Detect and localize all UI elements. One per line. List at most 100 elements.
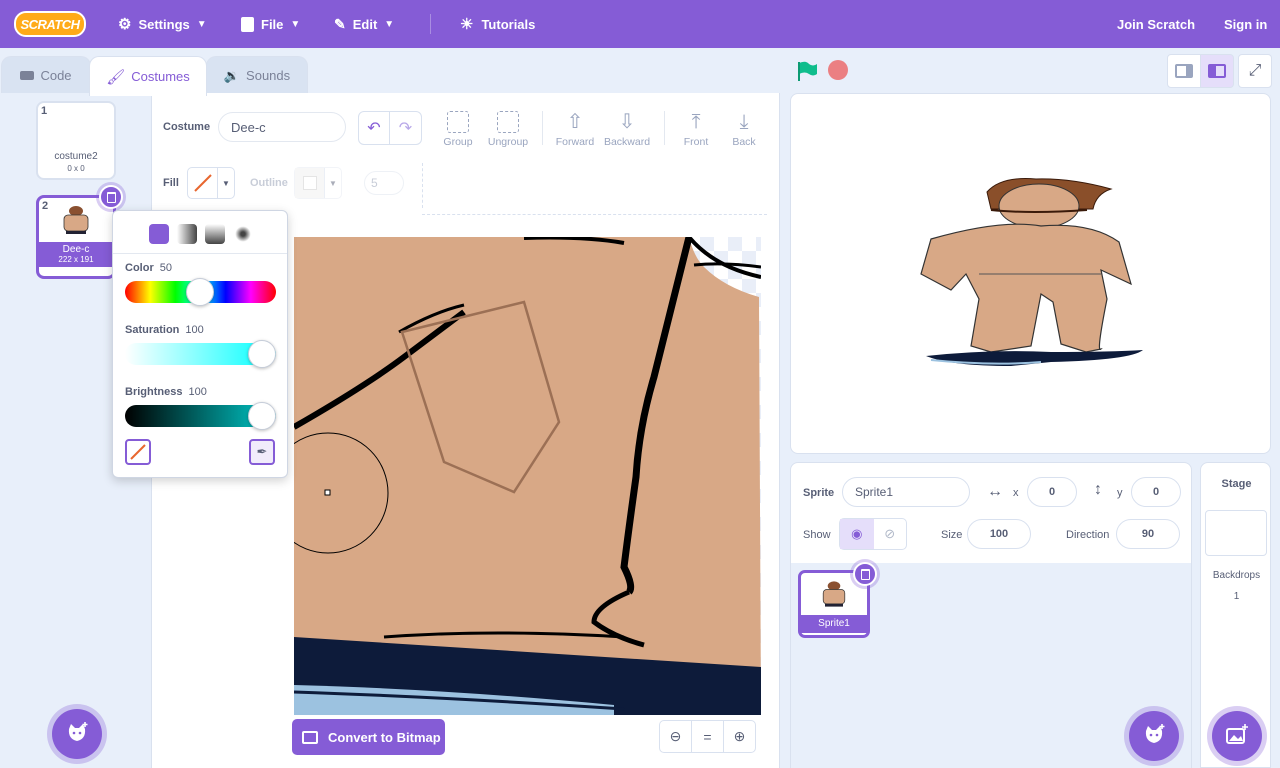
backward-button[interactable]: ⇩ Backward [602, 111, 652, 148]
image-icon [302, 730, 318, 744]
outline-label: Outline [250, 177, 288, 189]
outline-width-input[interactable]: 5 [364, 171, 404, 195]
delete-costume-button[interactable] [99, 185, 123, 209]
toolbar-divider [542, 111, 543, 145]
tab-costumes[interactable]: 🖌 Costumes [89, 56, 207, 96]
eye-slash-icon: ⊘ [884, 526, 896, 541]
stage-thumbnail [1205, 510, 1267, 556]
brightness-slider-handle[interactable] [248, 402, 276, 430]
sign-in-link[interactable]: Sign in [1224, 0, 1267, 48]
tab-sounds[interactable]: 🔉 Sounds [206, 56, 308, 94]
caret-down-icon: ▼ [290, 18, 301, 30]
forward-button[interactable]: ⇧ Forward [554, 111, 596, 148]
stage[interactable] [790, 93, 1271, 454]
saturation-slider-handle[interactable] [248, 340, 276, 368]
costume-tile-selected[interactable]: 2 Dee-c 222 x 191 [36, 185, 123, 279]
vertical-gradient-mode[interactable] [205, 224, 225, 244]
choose-costume-button[interactable] [52, 709, 102, 759]
sprite-label: Sprite [803, 487, 835, 499]
size-input[interactable]: 100 [967, 519, 1031, 549]
paint-canvas[interactable] [294, 237, 761, 715]
forward-icon: ⇧ [566, 111, 584, 133]
direction-input[interactable]: 90 [1116, 519, 1180, 549]
solid-fill-mode[interactable] [149, 224, 169, 244]
horizontal-gradient-mode[interactable] [177, 224, 197, 244]
show-hidden-button[interactable]: ⊘ [874, 519, 907, 549]
y-input[interactable]: 0 [1131, 477, 1181, 507]
brightness-label: Brightness 100 [125, 386, 207, 398]
green-flag-button[interactable] [796, 61, 818, 84]
backdrops-count: 1 [1233, 591, 1240, 602]
costume-tile[interactable]: 1 costume2 0 x 0 [36, 101, 116, 180]
convert-to-bitmap-button[interactable]: Convert to Bitmap [292, 719, 445, 755]
zoom-reset-button[interactable]: = [691, 720, 724, 753]
zoom-out-button[interactable]: ⊖ [659, 720, 692, 753]
back-button[interactable]: ⤓ Back [726, 111, 762, 148]
sprite-on-stage [920, 178, 1143, 366]
fullscreen-button[interactable]: ⤢ [1238, 54, 1272, 88]
direction-label: Direction [1066, 529, 1110, 541]
redo-icon: ↷ [398, 120, 413, 137]
file-menu[interactable]: File ▼ [241, 0, 300, 48]
color-slider-handle[interactable] [186, 278, 214, 306]
undo-icon: ↶ [367, 120, 381, 137]
group-button[interactable]: Group [438, 111, 478, 148]
edit-menu[interactable]: ✎ Edit ▼ [334, 0, 394, 48]
fill-label: Fill [163, 177, 179, 189]
delete-sprite-button[interactable] [853, 562, 877, 586]
front-button[interactable]: ⤒ Front [678, 111, 714, 148]
saturation-label: Saturation 100 [125, 324, 204, 336]
tab-code[interactable]: Code [1, 56, 91, 94]
radial-gradient-mode[interactable] [233, 224, 253, 244]
fill-color-button[interactable]: ▼ [187, 167, 235, 199]
x-label: x [1013, 487, 1019, 499]
trash-icon [106, 191, 116, 203]
no-fill-swatch [188, 168, 218, 198]
color-label: Color 50 [125, 262, 172, 274]
toolbar-divider [422, 163, 423, 208]
brush-icon: 🖌 [106, 68, 126, 86]
sprite-tile-name: Sprite1 [801, 615, 867, 633]
choose-backdrop-button[interactable] [1212, 711, 1262, 761]
toolbar-divider [422, 214, 767, 215]
costume-label-box: Dee-c 222 x 191 [39, 242, 113, 267]
zoom-in-button[interactable]: ⊕ [723, 720, 756, 753]
y-arrows-icon: ↕ [1094, 481, 1102, 498]
cat-add-icon [68, 722, 88, 741]
show-toggle: ◉ ⊘ [839, 518, 907, 550]
caret-down-icon: ▼ [384, 18, 395, 30]
fullscreen-icon: ⤢ [1248, 62, 1262, 79]
stage-selector[interactable]: Stage Backdrops 1 [1200, 462, 1271, 768]
costume-name-input[interactable]: Dee-c [218, 112, 346, 142]
undo-button[interactable]: ↶ [359, 112, 391, 144]
no-color-button[interactable] [125, 439, 151, 465]
x-arrows-icon: ↔ [987, 483, 1003, 500]
cat-add-icon [1145, 724, 1165, 743]
stop-button[interactable] [828, 60, 848, 80]
tutorials-menu[interactable]: ☀ Tutorials [460, 0, 535, 48]
menu-bar: SCRATCH ⚙ Settings ▼ File ▼ ✎ Edit ▼ ☀ T… [0, 0, 1280, 48]
outline-color-button[interactable]: ▼ [294, 167, 342, 199]
y-label: y [1117, 487, 1123, 499]
front-icon: ⤒ [691, 111, 701, 133]
redo-button[interactable]: ↷ [390, 112, 421, 144]
costume-drawing [294, 237, 761, 715]
small-stage-button[interactable] [1167, 54, 1201, 88]
x-input[interactable]: 0 [1027, 477, 1077, 507]
sprite-tile-selected[interactable]: Sprite1 [798, 562, 877, 638]
eyedropper-button[interactable]: ✒ [249, 439, 275, 465]
settings-menu[interactable]: ⚙ Settings ▼ [118, 0, 207, 48]
costume-name-label: Costume [163, 121, 211, 133]
show-visible-button[interactable]: ◉ [840, 519, 874, 549]
backdrop-add-icon [1226, 724, 1248, 744]
ungroup-button[interactable]: Ungroup [486, 111, 530, 148]
normal-stage-button[interactable] [1200, 54, 1234, 88]
join-scratch-link[interactable]: Join Scratch [1117, 0, 1195, 48]
eyedropper-icon: ✒ [256, 444, 268, 459]
choose-sprite-button[interactable] [1129, 711, 1179, 761]
costume-name: costume2 [54, 151, 98, 162]
scratch-logo[interactable]: SCRATCH [14, 11, 86, 37]
zoom-out-icon: ⊖ [669, 728, 682, 744]
sprite-name-input[interactable]: Sprite1 [842, 477, 970, 507]
caret-down-icon: ▼ [329, 178, 337, 188]
